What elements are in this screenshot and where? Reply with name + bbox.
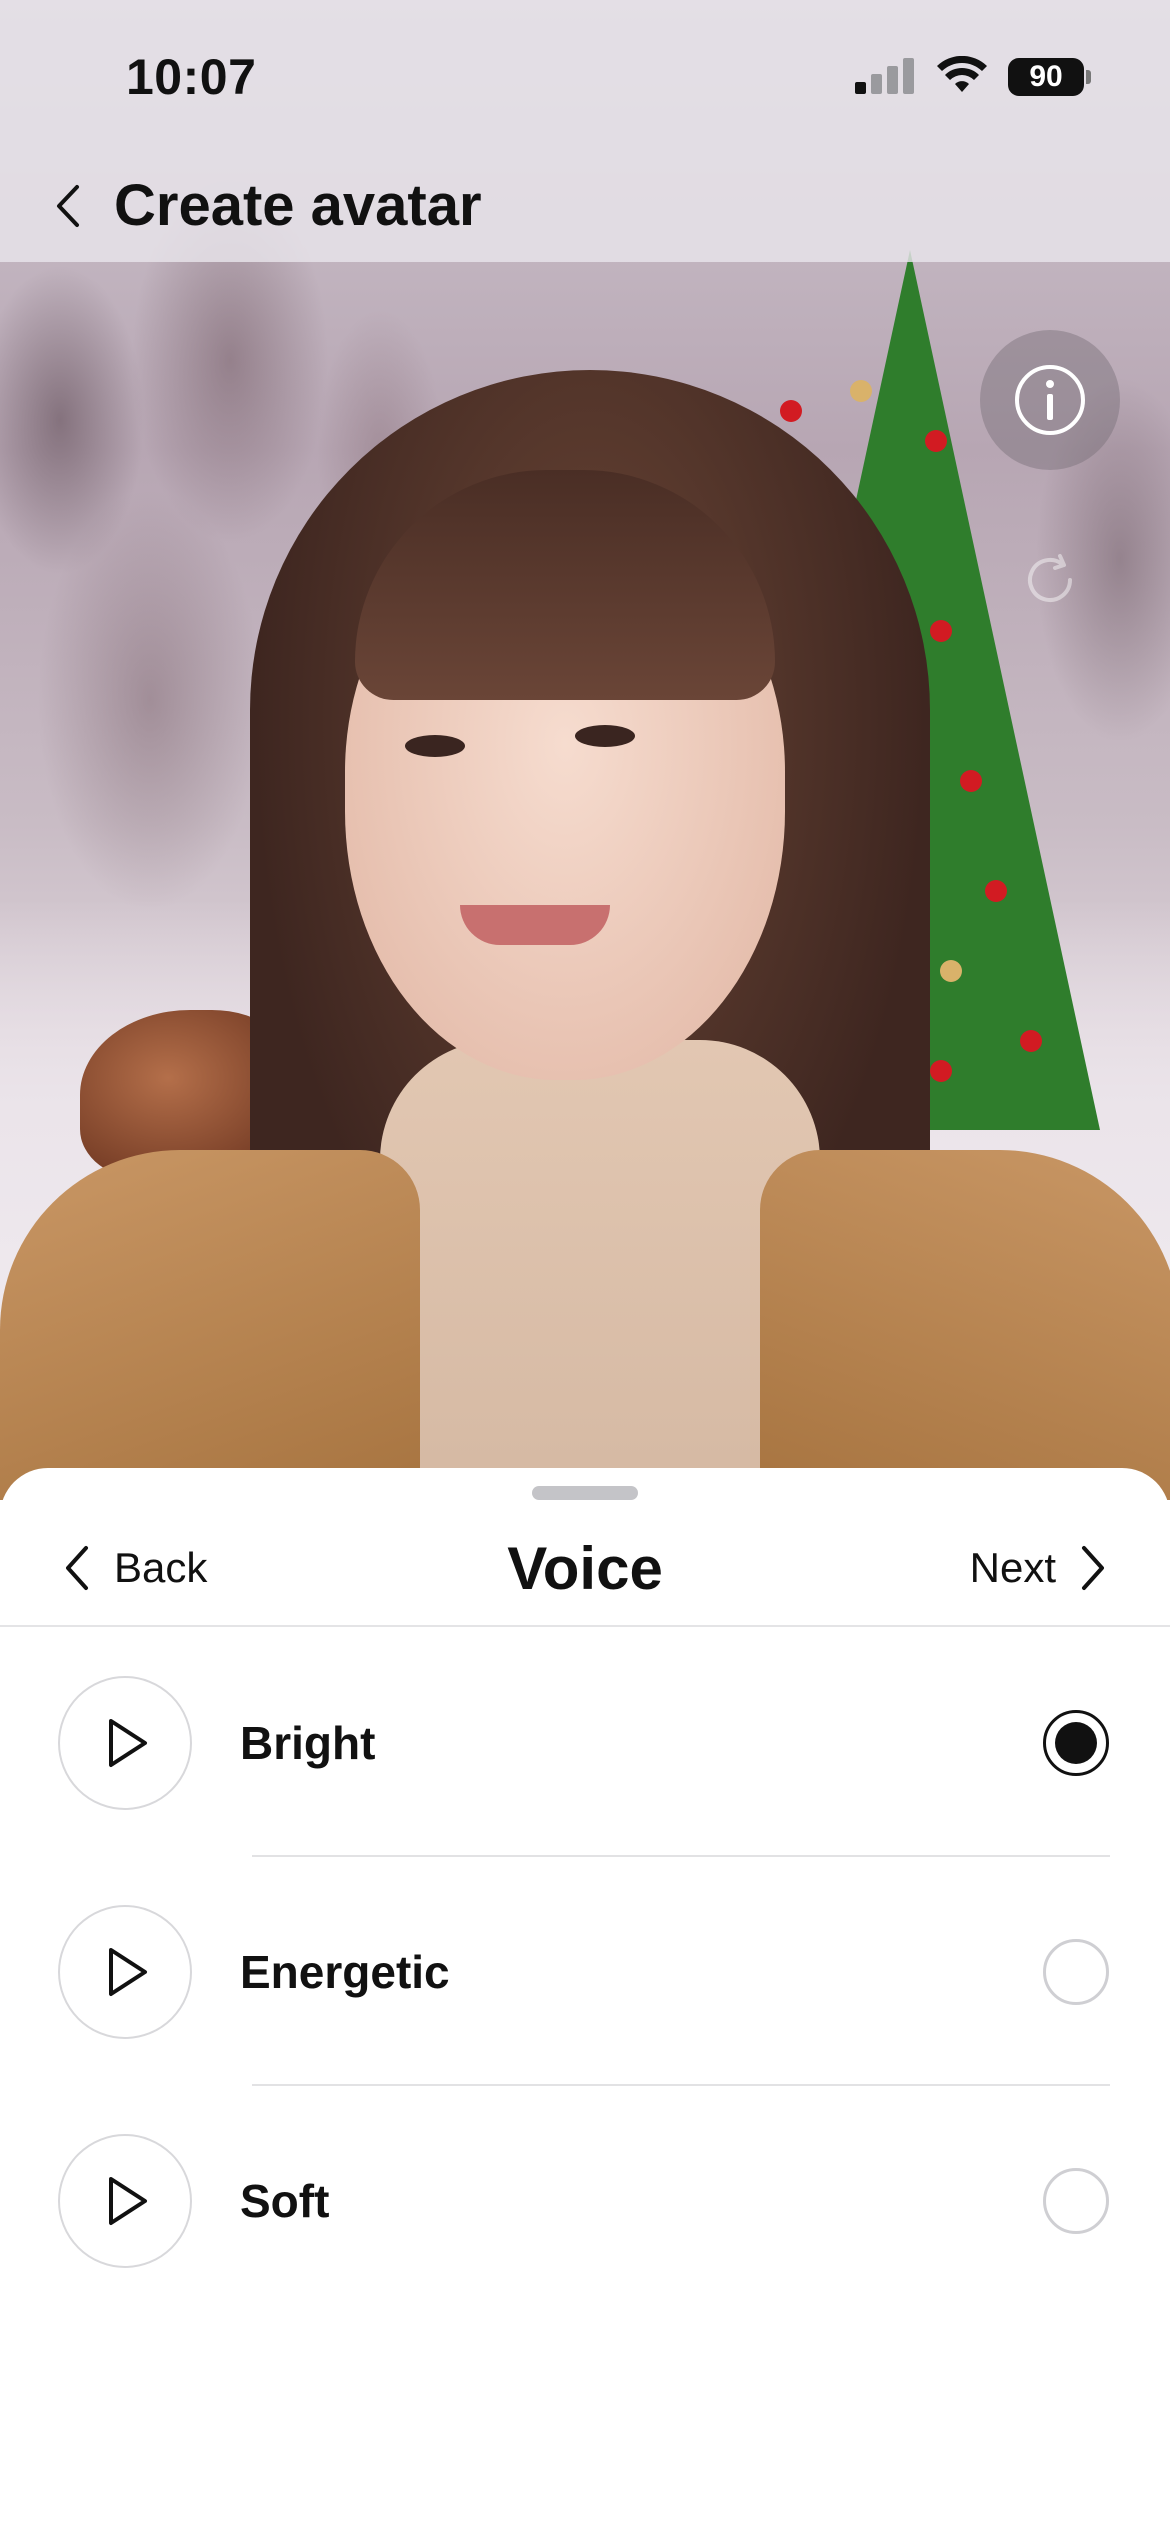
sheet-grabber[interactable] (532, 1486, 638, 1500)
info-icon (1015, 365, 1085, 435)
wifi-icon (937, 56, 987, 92)
ornament (780, 400, 802, 422)
cellular-signal-icon (855, 58, 915, 94)
play-icon (109, 2177, 147, 2225)
refresh-icon (1028, 554, 1072, 602)
voice-option-bright[interactable]: Bright (0, 1628, 1170, 1857)
voice-bottom-sheet: Back Voice Next Bright Energetic Soft (0, 1468, 1170, 2532)
play-icon (109, 1719, 147, 1767)
voice-label: Bright (240, 1717, 376, 1769)
nav-back-button[interactable] (40, 178, 96, 234)
ornament (960, 770, 982, 792)
play-sample-button[interactable] (58, 2134, 192, 2268)
battery-level: 90 (1029, 60, 1063, 93)
voice-label: Energetic (240, 1946, 450, 1998)
battery-icon: 90 (1008, 58, 1084, 96)
ornament (1020, 1030, 1042, 1052)
ornament (925, 430, 947, 452)
voice-option-energetic[interactable]: Energetic (0, 1857, 1170, 2086)
avatar-eye-left (405, 735, 465, 757)
radio-button[interactable] (1043, 1939, 1109, 2005)
page-title: Create avatar (114, 173, 482, 238)
status-time: 10:07 (126, 49, 257, 105)
ornament (850, 380, 872, 402)
voice-list: Bright Energetic Soft (0, 1628, 1170, 2315)
info-button[interactable] (980, 330, 1120, 470)
chevron-left-icon (57, 185, 79, 227)
play-sample-button[interactable] (58, 1676, 192, 1810)
avatar-sweater (380, 1040, 820, 1500)
voice-label: Soft (240, 2175, 330, 2227)
avatar-coat-left (0, 1150, 420, 1500)
status-bar: 10:07 90 (0, 0, 1170, 150)
voice-option-soft[interactable]: Soft (0, 2086, 1170, 2315)
radio-button-selected[interactable] (1043, 1710, 1109, 1776)
battery-nub (1086, 70, 1091, 84)
chevron-right-icon (1082, 1546, 1104, 1590)
refresh-button[interactable] (1010, 540, 1090, 620)
avatar-eye-right (575, 725, 635, 747)
avatar-mouth (460, 905, 610, 945)
play-sample-button[interactable] (58, 1905, 192, 2039)
sheet-next-label: Next (969, 1544, 1056, 1591)
ornament (940, 960, 962, 982)
avatar-coat-right (760, 1150, 1170, 1500)
sheet-next-button[interactable]: Next (970, 1528, 1108, 1608)
ornament (930, 1060, 952, 1082)
radio-button[interactable] (1043, 2168, 1109, 2234)
sheet-header: Back Voice Next (0, 1508, 1170, 1628)
ornament (930, 620, 952, 642)
header-divider (0, 1625, 1170, 1627)
play-icon (109, 1948, 147, 1996)
radio-dot (1055, 1722, 1097, 1764)
nav-bar: Create avatar (0, 150, 1170, 262)
ornament (985, 880, 1007, 902)
